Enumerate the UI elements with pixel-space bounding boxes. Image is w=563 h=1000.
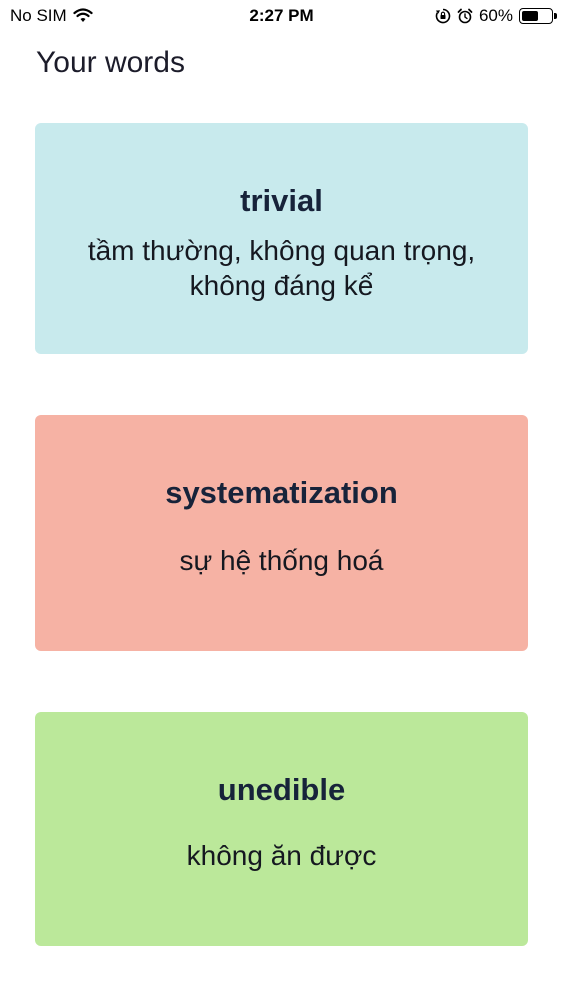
orientation-lock-icon: [435, 8, 451, 24]
battery-percent: 60%: [478, 6, 513, 25]
alarm-icon: [457, 8, 473, 24]
word-text: unedible: [217, 772, 346, 807]
word-meaning: tầm thường, không quan trọng, không đáng…: [87, 235, 476, 301]
word-meaning: sự hệ thống hoá: [179, 545, 384, 576]
word-text: systematization: [165, 475, 398, 510]
word-meaning: không ăn được: [186, 840, 377, 871]
word-card[interactable]: trivial tầm thường, không quan trọng, kh…: [35, 123, 528, 354]
word-card[interactable]: systematization sự hệ thống hoá: [35, 415, 528, 651]
word-card[interactable]: unedible không ăn được: [35, 712, 528, 946]
word-text: trivial: [240, 183, 323, 218]
status-bar: No SIM 2:27 PM 60%: [0, 0, 563, 32]
page-title: Your words: [36, 46, 185, 79]
status-right: 60%: [435, 6, 557, 26]
battery-level-fill: [522, 11, 538, 21]
battery-icon: [519, 8, 557, 24]
